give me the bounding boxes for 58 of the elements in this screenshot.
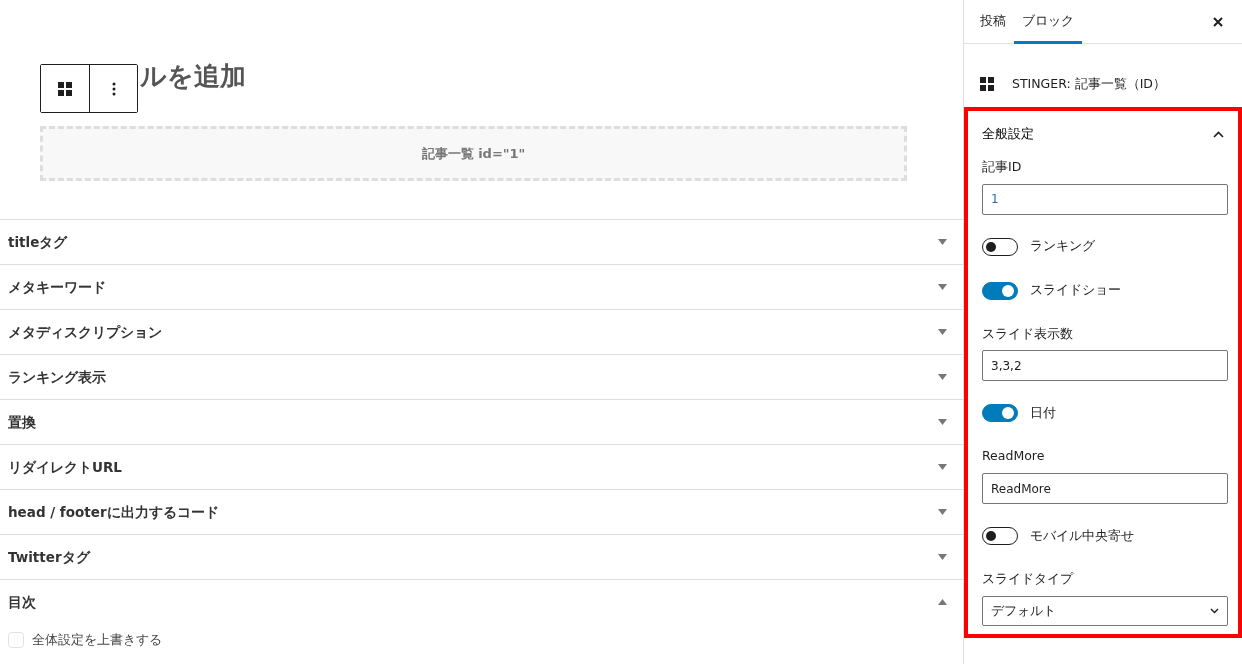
chevron-up-icon (1213, 130, 1224, 138)
input-field[interactable]: 1 (982, 183, 1228, 215)
section-title: メタキーワード (8, 277, 106, 297)
block-name: STINGER: 記事一覧（ID） (1012, 74, 1166, 93)
section-title: 目次 (8, 592, 36, 612)
caret-down-icon (938, 283, 947, 291)
section-title: head / footerに出力するコード (8, 502, 219, 522)
block-placeholder[interactable]: 記事一覧 id="1" (40, 126, 907, 181)
more-icon (111, 81, 116, 96)
post-title[interactable]: ルを追加 (140, 52, 246, 101)
toggle-label: 日付 (1030, 403, 1056, 422)
caret-down-icon (938, 238, 947, 246)
section-header[interactable]: 目次 (0, 579, 963, 624)
caret-down-icon (938, 463, 947, 471)
section-header[interactable]: リダイレクトURL (0, 444, 963, 489)
section-header[interactable]: titleタグ (0, 219, 963, 264)
section-header[interactable]: メタキーワード (0, 264, 963, 309)
input-field[interactable]: ReadMore (982, 473, 1228, 504)
field-label: スライド表示数 (982, 324, 1074, 343)
more-options-button[interactable] (89, 65, 137, 112)
caret-down-icon (938, 553, 947, 561)
section-header[interactable]: メタディスクリプション (0, 309, 963, 354)
toggle-switch[interactable] (982, 404, 1018, 423)
section-title: 置換 (8, 412, 36, 432)
select-field[interactable]: デフォルト (982, 595, 1228, 626)
field-label: スライドタイプ (982, 570, 1075, 588)
toggle-switch[interactable] (982, 281, 1018, 300)
section-title: メタディスクリプション (8, 322, 162, 342)
field-label: ReadMore (982, 447, 1046, 466)
checkbox-label: 全体設定を上書きする (32, 631, 162, 649)
section-title: リダイレクトURL (8, 457, 122, 477)
caret-up-icon (938, 598, 947, 606)
section-header[interactable]: 置換 (0, 399, 963, 444)
caret-down-icon (938, 508, 947, 516)
caret-down-icon (938, 418, 947, 426)
close-icon (1213, 16, 1223, 27)
section-header[interactable]: head / footerに出力するコード (0, 489, 963, 534)
toggle-label: モバイル中央寄せ (1030, 526, 1134, 545)
panel-header[interactable]: 全般設定 (968, 111, 1238, 158)
section-title: titleタグ (8, 232, 68, 252)
section-title: ランキング表示 (8, 367, 106, 387)
checkbox[interactable] (8, 631, 24, 648)
toggle-label: ランキング (1030, 237, 1095, 256)
chevron-down-icon (1210, 607, 1219, 614)
input-field[interactable]: 3,3,2 (982, 350, 1228, 382)
caret-down-icon (938, 328, 947, 336)
sidebar-tab[interactable]: ブロック (1014, 0, 1082, 44)
toggle-label: スライドショー (1030, 281, 1121, 300)
toggle-switch[interactable] (982, 237, 1018, 256)
caret-down-icon (938, 373, 947, 381)
grid-icon (58, 81, 72, 96)
grid-icon (980, 77, 994, 91)
sidebar-tab[interactable]: 投稿 (972, 0, 1014, 44)
section-title: Twitterタグ (8, 547, 90, 567)
field-label: 記事ID (982, 157, 1023, 176)
section-header[interactable]: Twitterタグ (0, 534, 963, 579)
section-header[interactable]: ランキング表示 (0, 354, 963, 399)
toggle-switch[interactable] (982, 527, 1018, 545)
